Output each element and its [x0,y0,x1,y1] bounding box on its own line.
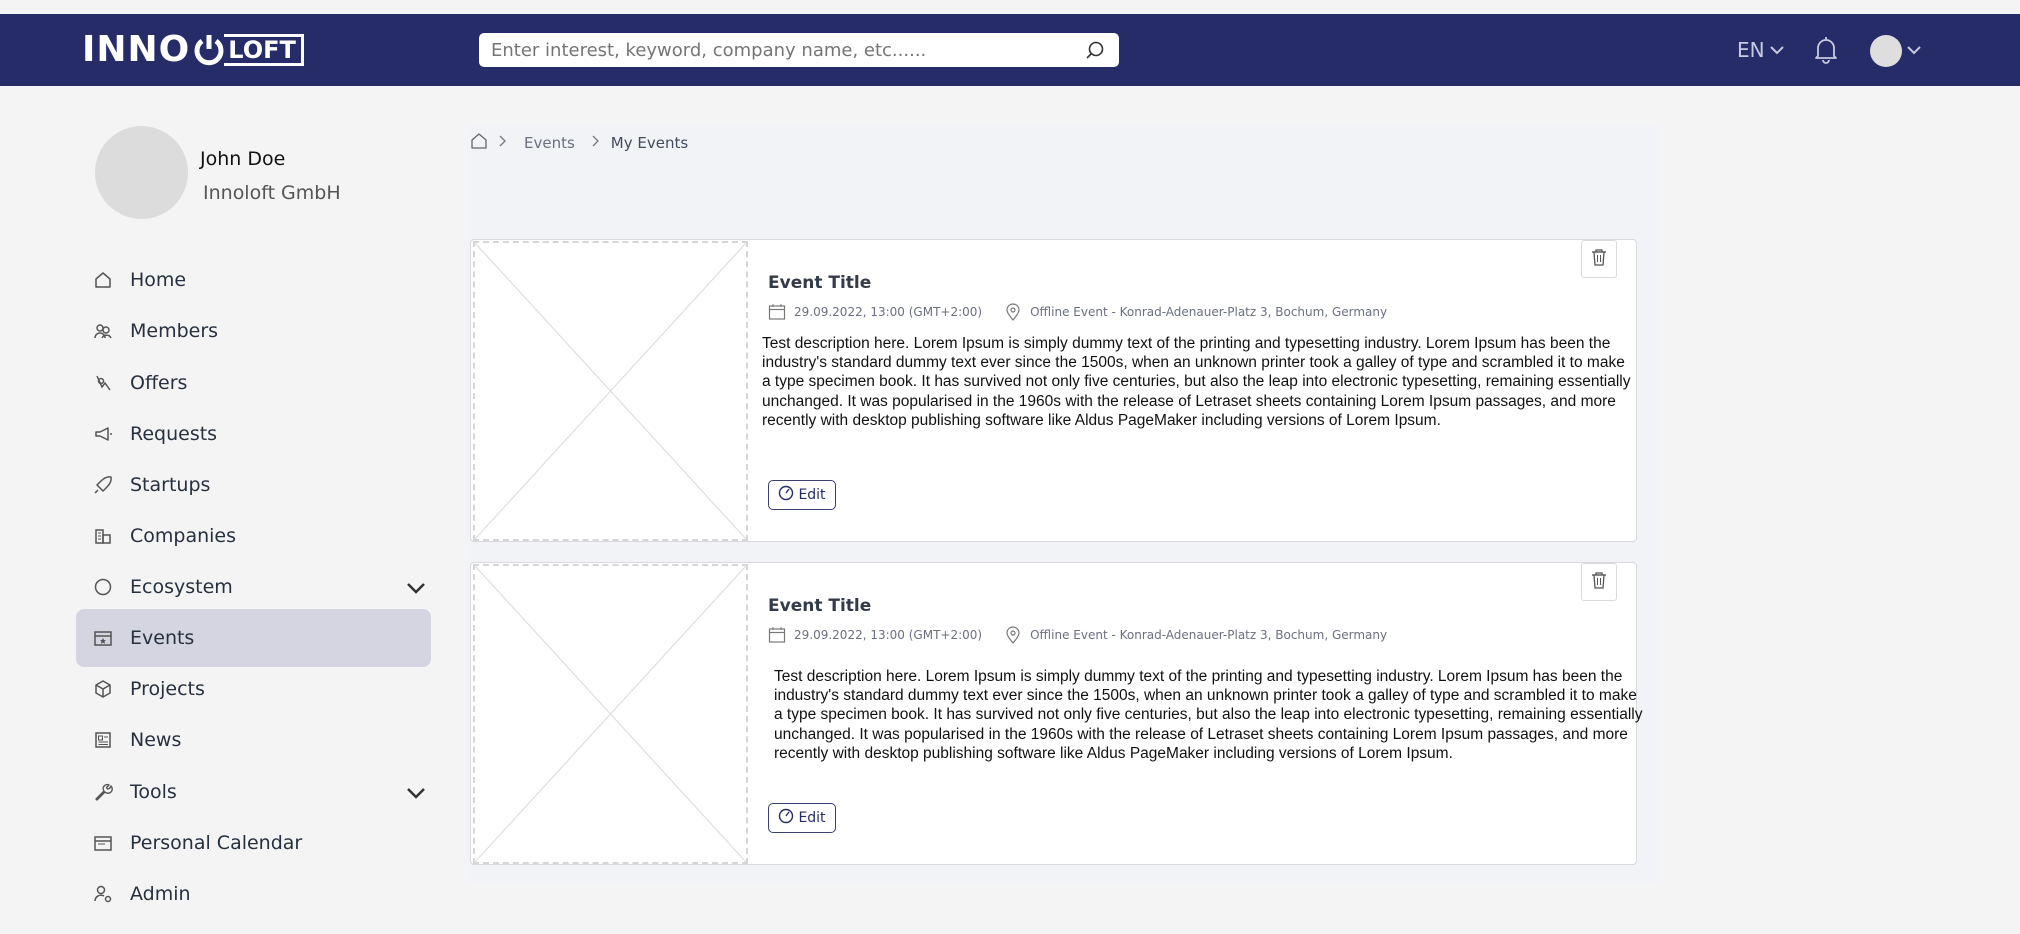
rocket-icon [92,474,114,496]
edit-icon [778,808,794,828]
event-description: Test description here. Lorem Ipsum is si… [774,668,1643,762]
chevron-right-icon [496,134,510,152]
event-card: Event Title 29.09.2022, 13:00 (GMT+2:00)… [470,562,1642,865]
sidebar-item-label: Ecosystem [130,576,233,598]
profile-name: John Doe [200,148,286,170]
sidebar-item-label: News [130,729,182,751]
sidebar-item-label: Admin [130,883,191,905]
search-bar [479,33,1119,67]
megaphone-icon [92,423,114,445]
delete-button[interactable] [1581,563,1617,601]
chevron-down-icon[interactable] [1906,42,1922,58]
chevron-right-icon [589,134,603,152]
sidebar-item-admin[interactable]: Admin [76,865,431,923]
sidebar-item-home[interactable]: Home [76,251,431,309]
sidebar-item-label: Events [130,627,195,649]
profile-company: Innoloft GmbH [203,182,341,204]
sidebar-item-label: Personal Calendar [130,832,303,854]
trash-icon [1591,571,1607,593]
language-selector[interactable]: EN [1737,38,1785,62]
innoloft-logo[interactable]: INNO LOFT [82,32,304,68]
event-location: Offline Event - Konrad-Adenauer-Platz 3,… [1030,305,1388,319]
sidebar-item-label: Requests [130,423,218,445]
event-card: Event Title 29.09.2022, 13:00 (GMT+2:00)… [470,239,1637,542]
event-meta: 29.09.2022, 13:00 (GMT+2:00) Offline Eve… [768,626,1387,644]
chevron-down-icon[interactable] [405,577,427,599]
breadcrumb-events[interactable]: Events [524,134,575,152]
sidebar-item-offers[interactable]: Offers [76,354,431,412]
home-icon [92,269,114,291]
sidebar-item-label: Members [130,320,219,342]
search-input[interactable] [479,33,1059,67]
chevron-down-icon [1769,46,1784,55]
sidebar-item-label: Tools [130,781,177,803]
sidebar-item-projects[interactable]: Projects [76,660,431,718]
event-location: Offline Event - Konrad-Adenauer-Platz 3,… [1030,628,1388,642]
edit-button[interactable]: Edit [768,480,836,510]
event-description: Test description here. Lorem Ipsum is si… [762,335,1631,429]
sidebar-item-label: Companies [130,525,237,547]
sidebar-item-label: Startups [130,474,211,496]
edit-label: Edit [798,810,826,826]
language-label: EN [1737,38,1765,62]
breadcrumb-my-events: My Events [610,134,689,152]
sidebar-item-tools[interactable]: Tools [76,763,431,821]
edit-icon [778,485,794,505]
top-navigation-bar: INNO LOFT EN [0,14,2020,86]
sidebar-item-members[interactable]: Members [76,302,431,360]
event-title: Event Title [768,273,872,293]
sidebar-item-label: Home [130,269,187,291]
profile-avatar[interactable] [95,126,188,219]
cube-icon [92,678,114,700]
bell-icon[interactable] [1812,35,1840,65]
offers-icon [92,372,114,394]
location-pin-icon [1004,626,1022,644]
edit-label: Edit [798,487,826,503]
event-image-placeholder [473,564,748,864]
edit-button[interactable]: Edit [768,803,836,833]
calendar-icon [92,832,114,854]
event-title: Event Title [768,596,872,616]
building-icon [92,525,114,547]
breadcrumb: Events My Events [470,132,688,154]
sidebar-item-label: Offers [130,372,188,394]
circle-icon [92,576,114,598]
calendar-icon [768,626,786,644]
event-image-placeholder [473,241,748,541]
sidebar-item-personal-calendar[interactable]: Personal Calendar [76,814,431,872]
event-datetime: 29.09.2022, 13:00 (GMT+2:00) [794,628,983,642]
calendar-icon [768,303,786,321]
admin-user-icon [92,883,114,905]
event-meta: 29.09.2022, 13:00 (GMT+2:00) Offline Eve… [768,303,1387,321]
members-icon [92,320,114,342]
delete-button[interactable] [1581,240,1617,278]
sidebar-item-events[interactable]: Events [76,609,431,667]
logo-text: INNO [82,29,191,70]
user-avatar[interactable] [1870,35,1902,67]
calendar-star-icon [92,627,114,649]
search-icon[interactable] [1085,40,1105,60]
chevron-down-icon[interactable] [405,782,427,804]
trash-icon [1591,248,1607,270]
event-datetime: 29.09.2022, 13:00 (GMT+2:00) [794,305,983,319]
power-icon [192,33,226,67]
newspaper-icon [92,729,114,751]
location-pin-icon [1004,303,1022,321]
sidebar-item-companies[interactable]: Companies [76,507,431,565]
sidebar-item-label: Projects [130,678,205,700]
sidebar-item-news[interactable]: News [76,711,431,769]
logo-suffix: LOFT [224,34,304,66]
sidebar-item-requests[interactable]: Requests [76,405,431,463]
sidebar-item-ecosystem[interactable]: Ecosystem [76,558,431,616]
sidebar-item-startups[interactable]: Startups [76,456,431,514]
wrench-icon [92,781,114,803]
home-icon[interactable] [470,132,488,154]
